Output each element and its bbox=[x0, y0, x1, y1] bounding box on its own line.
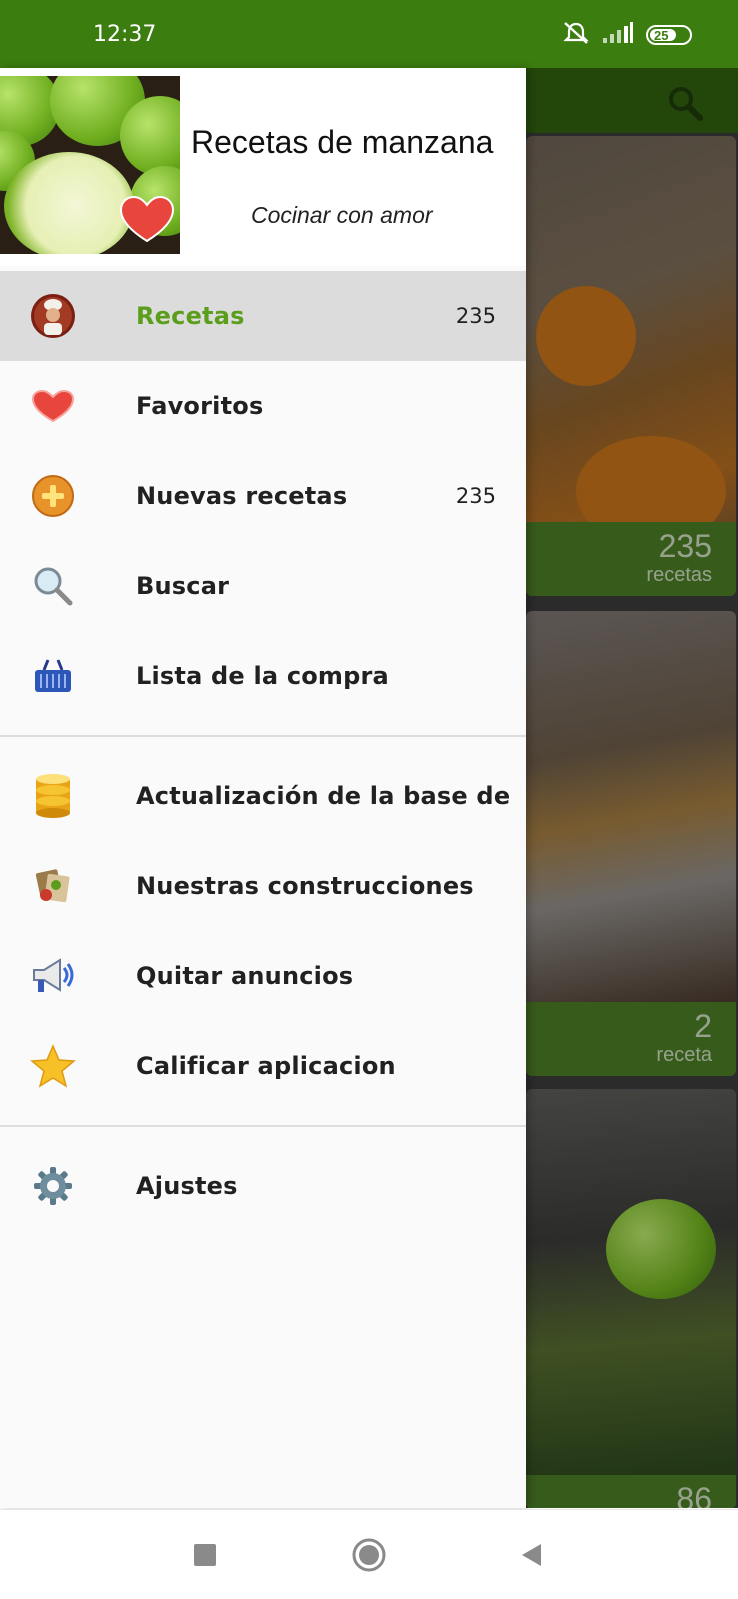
menu-item-label: Recetas bbox=[136, 302, 245, 330]
menu-item-ajustes[interactable]: Ajustes bbox=[0, 1141, 526, 1231]
menu-item-label: Lista de la compra bbox=[136, 662, 389, 690]
system-navigation-bar bbox=[0, 1509, 738, 1599]
star-icon bbox=[30, 1043, 76, 1089]
header-apple-image bbox=[0, 76, 180, 254]
menu-item-label: Nuestras construcciones bbox=[136, 872, 474, 900]
basket-icon bbox=[30, 653, 76, 699]
status-bar: 12:37 25 bbox=[0, 0, 738, 68]
menu-divider bbox=[0, 1125, 526, 1127]
status-icons: 25 bbox=[562, 21, 692, 49]
heart-logo-icon bbox=[118, 193, 176, 250]
menu-item-buscar[interactable]: Buscar bbox=[0, 541, 526, 631]
drawer-menu: Recetas 235 Favoritos Nuevas recetas 235… bbox=[0, 271, 526, 1231]
app-subtitle: Cocinar con amor bbox=[251, 202, 433, 228]
mute-alarm-icon bbox=[562, 21, 590, 50]
menu-item-actualizacion[interactable]: Actualización de la base de bbox=[0, 751, 526, 841]
battery-indicator: 25 bbox=[646, 25, 692, 45]
drawer-header: Recetas de manzana Cocinar con amor bbox=[0, 68, 526, 266]
menu-item-label: Buscar bbox=[136, 572, 230, 600]
database-icon bbox=[30, 773, 76, 819]
home-button[interactable] bbox=[351, 1537, 387, 1573]
drawer-scrim[interactable] bbox=[526, 68, 738, 1508]
menu-item-count: 235 bbox=[455, 304, 496, 328]
menu-item-label: Ajustes bbox=[136, 1172, 238, 1200]
menu-item-lista-compra[interactable]: Lista de la compra bbox=[0, 631, 526, 721]
back-button[interactable] bbox=[514, 1537, 550, 1573]
signal-icon bbox=[602, 21, 634, 49]
menu-item-calificar[interactable]: Calificar aplicacion bbox=[0, 1021, 526, 1111]
gear-icon bbox=[30, 1163, 76, 1209]
menu-item-label: Favoritos bbox=[136, 392, 264, 420]
plus-icon bbox=[30, 473, 76, 519]
menu-divider bbox=[0, 735, 526, 737]
menu-item-count: 235 bbox=[455, 484, 496, 508]
apps-icon bbox=[30, 863, 76, 909]
search-icon bbox=[30, 563, 76, 609]
recent-apps-button[interactable] bbox=[187, 1537, 223, 1573]
menu-item-construcciones[interactable]: Nuestras construcciones bbox=[0, 841, 526, 931]
menu-item-label: Calificar aplicacion bbox=[136, 1052, 396, 1080]
chef-icon bbox=[30, 293, 76, 339]
battery-level: 25 bbox=[654, 27, 669, 43]
menu-item-label: Actualización de la base de bbox=[136, 782, 511, 810]
app-title: Recetas de manzana bbox=[191, 124, 494, 160]
menu-item-quitar-anuncios[interactable]: Quitar anuncios bbox=[0, 931, 526, 1021]
status-time: 12:37 bbox=[93, 22, 157, 47]
megaphone-icon bbox=[30, 953, 76, 999]
menu-item-nuevas-recetas[interactable]: Nuevas recetas 235 bbox=[0, 451, 526, 541]
menu-item-favoritos[interactable]: Favoritos bbox=[0, 361, 526, 451]
navigation-drawer: Recetas de manzana Cocinar con amor Rece… bbox=[0, 68, 526, 1508]
menu-item-recetas[interactable]: Recetas 235 bbox=[0, 271, 526, 361]
menu-item-label: Nuevas recetas bbox=[136, 482, 348, 510]
menu-item-label: Quitar anuncios bbox=[136, 962, 354, 990]
heart-icon bbox=[30, 383, 76, 429]
